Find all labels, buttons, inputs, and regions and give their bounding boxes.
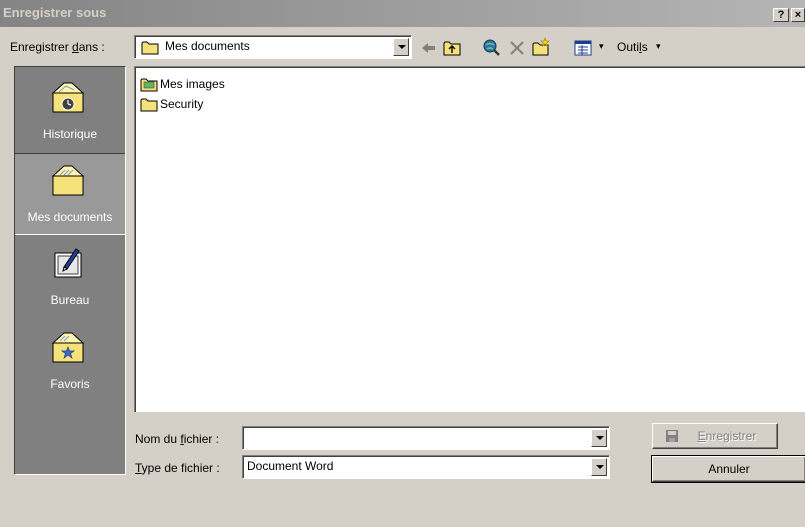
place-history-label: Historique <box>42 127 98 141</box>
file-type-value: Document Word <box>247 459 334 473</box>
place-history[interactable]: Historique <box>15 71 125 153</box>
folder-icon <box>140 98 158 112</box>
save-in-label: Enregistrer dans : <box>10 40 105 54</box>
views-dropdown-caret[interactable]: ▾ <box>599 41 604 52</box>
back-arrow-icon[interactable] <box>418 38 438 58</box>
place-favorites-label: Favoris <box>50 377 90 391</box>
up-folder-icon[interactable] <box>442 38 462 58</box>
place-desktop-label: Bureau <box>50 293 90 307</box>
place-favorites[interactable]: Favoris <box>15 321 125 403</box>
save-button-label: Enregistrer <box>697 429 757 443</box>
file-type-label: Type de fichier : <box>135 461 220 475</box>
title-bar[interactable]: Enregistrer sous ? × <box>0 0 805 27</box>
file-name-label: Nom du fichier : <box>135 432 220 446</box>
save-in-combo[interactable]: Mes documents <box>134 35 412 59</box>
save-as-dialog: Enregistrer sous ? × Enregistrer dans : … <box>0 0 805 527</box>
file-type-dropdown-button[interactable] <box>591 458 607 476</box>
file-list[interactable]: Mes images Security <box>134 66 805 412</box>
save-button[interactable]: Enregistrer <box>652 423 778 449</box>
save-in-value: Mes documents <box>165 39 250 53</box>
file-name-dropdown-button[interactable] <box>591 429 607 447</box>
close-button[interactable]: × <box>791 8 805 22</box>
place-my-documents[interactable]: Mes documents <box>15 153 125 235</box>
delete-icon[interactable] <box>507 38 527 58</box>
window-title: Enregistrer sous <box>3 5 107 20</box>
file-name-combo[interactable] <box>242 426 610 450</box>
history-folder-icon <box>51 82 85 113</box>
folder-icon <box>141 41 159 55</box>
views-icon[interactable] <box>573 38 593 58</box>
places-bar: Historique Mes documents Bureau Favoris <box>14 66 126 475</box>
my-documents-folder-icon <box>51 165 85 196</box>
favorites-folder-icon <box>51 332 85 363</box>
place-desktop[interactable]: Bureau <box>15 237 125 319</box>
place-my-documents-label: Mes documents <box>27 210 113 224</box>
pictures-folder-icon <box>140 78 158 92</box>
search-web-icon[interactable] <box>481 37 501 57</box>
cancel-button-label: Annuler <box>708 462 750 476</box>
help-button[interactable]: ? <box>773 8 789 22</box>
tools-menu-button[interactable]: Outils <box>617 40 648 54</box>
new-folder-icon[interactable] <box>531 37 551 57</box>
desktop-icon <box>54 248 82 278</box>
list-item-label: Security <box>160 97 204 111</box>
tools-dropdown-caret[interactable]: ▾ <box>656 41 661 52</box>
save-in-dropdown-button[interactable] <box>393 38 409 56</box>
list-item-label: Mes images <box>160 77 225 91</box>
file-type-combo[interactable]: Document Word <box>242 455 610 479</box>
cancel-button[interactable]: Annuler <box>651 455 805 483</box>
